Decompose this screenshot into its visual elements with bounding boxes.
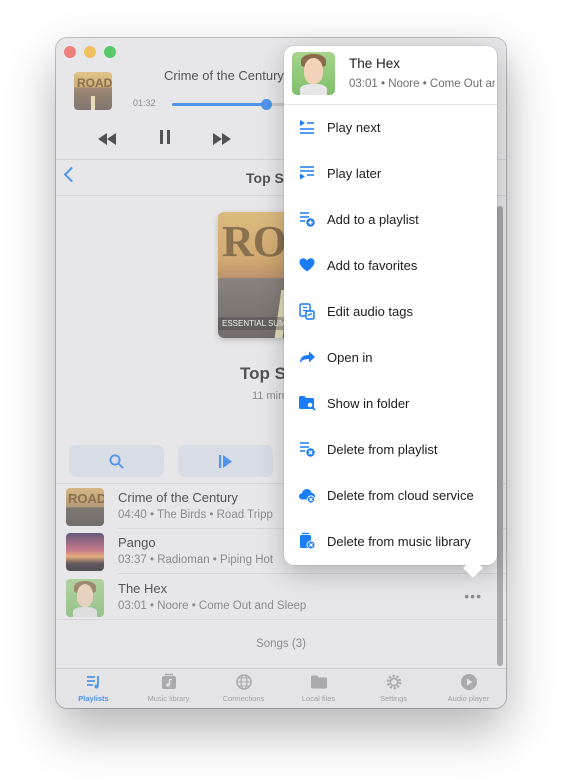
edit-tags-icon <box>299 303 315 320</box>
menu-item-label: Edit audio tags <box>327 304 414 319</box>
menu-item-show-in-folder[interactable]: Show in folder <box>284 386 497 420</box>
menu-item-play-next[interactable]: Play next <box>284 110 497 144</box>
popover-subtitle: 03:01 • Noore • Come Out and Sleep <box>349 78 495 90</box>
menu-item-add-to-favorites[interactable]: Add to favorites <box>284 248 497 282</box>
song-context-menu: The Hex 03:01 • Noore • Come Out and Sle… <box>284 46 497 578</box>
menu-item-label: Add to favorites <box>327 258 418 273</box>
share-arrow-icon <box>300 351 315 363</box>
menu-item-delete-from-playlist[interactable]: Delete from playlist <box>284 432 497 466</box>
add-to-playlist-icon <box>300 212 315 227</box>
play-next-icon <box>300 120 314 134</box>
library-delete-icon <box>300 532 316 550</box>
menu-item-label: Delete from music library <box>327 534 471 549</box>
menu-item-label: Play next <box>327 120 381 135</box>
menu-item-label: Delete from playlist <box>327 442 438 457</box>
menu-item-add-to-playlist[interactable]: Add to a playlist <box>284 202 497 236</box>
menu-item-label: Add to a playlist <box>327 212 419 227</box>
menu-item-delete-from-library[interactable]: Delete from music library <box>284 524 497 558</box>
menu-item-label: Open in <box>327 350 373 365</box>
menu-item-label: Play later <box>327 166 382 181</box>
delete-from-playlist-icon <box>300 442 315 457</box>
scrollbar-thumb[interactable] <box>497 206 503 666</box>
popover-artwork <box>292 52 335 95</box>
popover-title: The Hex <box>349 56 401 71</box>
scrollbar[interactable] <box>497 206 504 668</box>
cloud-delete-icon <box>299 489 316 504</box>
heart-icon <box>299 258 315 272</box>
menu-item-open-in[interactable]: Open in <box>284 340 497 374</box>
play-later-icon <box>300 166 314 180</box>
menu-item-label: Show in folder <box>327 396 410 411</box>
menu-item-label: Delete from cloud service <box>327 488 474 503</box>
menu-item-play-later[interactable]: Play later <box>284 156 497 190</box>
menu-item-edit-audio-tags[interactable]: Edit audio tags <box>284 294 497 328</box>
menu-item-delete-from-cloud[interactable]: Delete from cloud service <box>284 478 497 512</box>
folder-search-icon <box>299 396 316 411</box>
